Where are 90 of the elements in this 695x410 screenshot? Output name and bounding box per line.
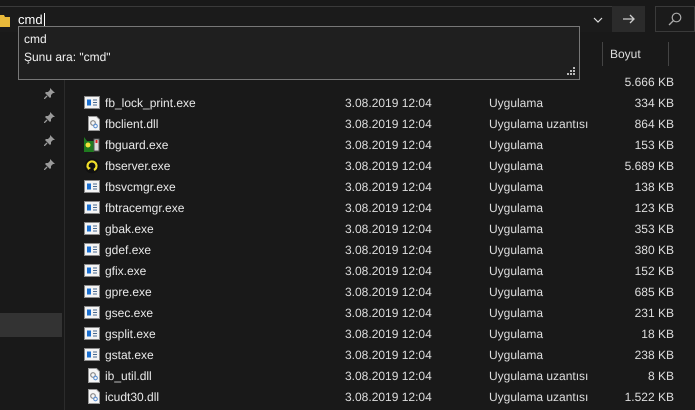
date-cell-text: 3.08.2019 12:04 xyxy=(345,200,433,214)
pin-icon xyxy=(44,135,55,146)
guard-icon xyxy=(84,137,100,152)
chevron-down-icon xyxy=(592,16,602,22)
date-cell-text: 3.08.2019 12:04 xyxy=(345,306,433,320)
file-name[interactable]: gsec.exe xyxy=(104,306,345,320)
application-icon xyxy=(84,201,100,214)
file-name[interactable]: gfix.exe xyxy=(104,264,345,278)
gear-file-icon xyxy=(88,368,100,383)
file-name[interactable]: fbserver.exe xyxy=(104,158,345,172)
go-button[interactable] xyxy=(612,6,645,32)
date-cell-text: 3.08.2019 12:04 xyxy=(345,348,433,362)
file-name[interactable]: fb_lock_print.exe xyxy=(104,96,345,110)
application-icon xyxy=(84,222,100,235)
arrow-right-icon xyxy=(622,14,634,24)
application-icon xyxy=(84,243,100,256)
file-name[interactable]: fbclient.dll xyxy=(104,116,345,130)
date-cell-text: 3.08.2019 12:04 xyxy=(345,158,433,172)
pin-icon xyxy=(44,112,55,123)
pin-icon xyxy=(44,88,55,100)
size-cell-text: 138 KB xyxy=(634,180,674,194)
file-name[interactable]: fbguard.exe xyxy=(104,138,345,152)
date-cell-text: 3.08.2019 12:04 xyxy=(345,264,433,278)
type-cell-text: Uygulama xyxy=(489,180,544,194)
size-cell-text: 123 KB xyxy=(634,200,674,214)
file-name[interactable]: gstat.exe xyxy=(104,348,345,362)
date-cell-text: 3.08.2019 12:04 xyxy=(345,284,433,298)
search-field[interactable] xyxy=(655,6,695,32)
size-cell-text: 1.522 KB xyxy=(624,390,674,404)
size-cell-text: 238 KB xyxy=(634,348,674,362)
application-icon xyxy=(84,96,100,109)
type-cell-text: Uygulama xyxy=(489,222,544,236)
application-icon xyxy=(84,327,100,340)
date-cell-text: 3.08.2019 12:04 xyxy=(345,390,433,404)
date-cell-text: 3.08.2019 12:04 xyxy=(345,96,433,110)
date-cell-text: 3.08.2019 12:04 xyxy=(345,138,433,152)
file-name[interactable]: fbsvcmgr.exe xyxy=(104,180,345,194)
size-cell-text: 5.666 KB xyxy=(624,74,674,88)
size-cell-text: 153 KB xyxy=(634,138,674,152)
size-cell-text: 5.689 KB xyxy=(624,158,674,172)
gear-file-icon xyxy=(88,389,100,404)
search-icon xyxy=(668,12,682,26)
size-cell-text: 380 KB xyxy=(634,242,674,256)
date-cell-text: 3.08.2019 12:04 xyxy=(345,368,433,382)
file-name[interactable]: icudt30.dll xyxy=(104,390,345,404)
date-cell-text: 3.08.2019 12:04 xyxy=(345,180,433,194)
application-icon xyxy=(84,348,100,361)
type-cell-text: Uygulama uzantısı xyxy=(489,368,590,382)
type-cell-text: Uygulama xyxy=(489,242,544,256)
size-cell-text: 152 KB xyxy=(634,264,674,278)
date-cell-text: 3.08.2019 12:04 xyxy=(345,116,433,130)
type-cell-text: Uygulama xyxy=(489,348,544,362)
application-icon xyxy=(84,285,100,298)
type-cell-text: Uygulama xyxy=(489,264,544,278)
suggestion-item[interactable]: Şunu ara: "cmd" xyxy=(24,48,574,66)
type-cell-text: Uygulama xyxy=(489,284,544,298)
file-name[interactable]: gsplit.exe xyxy=(104,326,345,340)
resize-grip-icon xyxy=(567,67,575,75)
suggestion-item[interactable]: cmd xyxy=(24,30,574,48)
size-cell-text: 353 KB xyxy=(634,222,674,236)
size-cell-text: 18 KB xyxy=(640,326,674,340)
date-cell-text: 3.08.2019 12:04 xyxy=(345,326,433,340)
type-cell-text: Uygulama xyxy=(489,200,544,214)
file-name[interactable]: gdef.exe xyxy=(104,242,345,256)
size-cell-text: 8 KB xyxy=(646,368,674,382)
file-name[interactable]: fbtracemgr.exe xyxy=(104,200,345,214)
file-name[interactable]: gpre.exe xyxy=(104,284,345,298)
server-icon xyxy=(84,158,100,174)
type-cell-text: Uygulama xyxy=(489,158,544,172)
column-header[interactable]: Boyut xyxy=(602,42,669,66)
file-name[interactable]: ib_util.dll xyxy=(104,368,345,382)
type-cell-text: Uygulama xyxy=(489,96,544,110)
size-cell-text: 231 KB xyxy=(634,306,674,320)
size-cell-text: 685 KB xyxy=(634,284,674,298)
pin-icon xyxy=(44,158,55,170)
type-cell-text: Uygulama uzantısı xyxy=(489,390,590,404)
application-icon xyxy=(84,306,100,319)
type-cell-text: Uygulama xyxy=(489,306,544,320)
application-icon xyxy=(84,180,100,193)
type-cell-text: Uygulama xyxy=(489,326,544,340)
application-icon xyxy=(84,264,100,277)
folder-icon xyxy=(0,12,10,26)
date-cell-text: 3.08.2019 12:04 xyxy=(345,222,433,236)
size-cell-text: 334 KB xyxy=(634,96,674,110)
size-cell-text: 864 KB xyxy=(634,116,674,130)
gear-file-icon xyxy=(88,116,100,131)
type-cell-text: Uygulama xyxy=(489,138,544,152)
date-cell-text: 3.08.2019 12:04 xyxy=(345,242,433,256)
file-name[interactable]: gbak.exe xyxy=(104,222,345,236)
type-cell-text: Uygulama uzantısı xyxy=(489,116,590,130)
